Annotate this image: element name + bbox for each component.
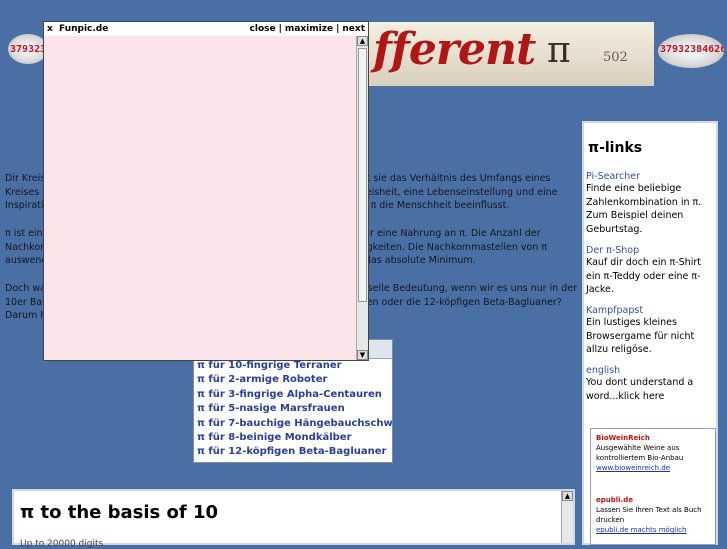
text-line: Darum h xyxy=(5,310,47,322)
sidebar-link-english[interactable]: english xyxy=(586,365,714,376)
popup-title: Funpic.de xyxy=(59,24,109,34)
logo-word: fferent xyxy=(373,24,536,75)
banner-right[interactable]: 37932384626 xyxy=(658,34,724,68)
banner-right-digits: 37932384626 xyxy=(660,44,724,55)
ad-link[interactable]: www.bioweinreich.de xyxy=(596,464,670,472)
pi-list-item[interactable]: π für 2-armige Roboter xyxy=(194,373,392,387)
ad-title[interactable]: epubli.de xyxy=(596,495,710,505)
text-line: weisheit, eine Lebenseinstellung und ein… xyxy=(358,186,558,198)
text-line: ibt sie das Verhältnis des Umfangs eines xyxy=(358,173,551,184)
pi-list-item[interactable]: π für 7-bauchige Hängebauchschweine xyxy=(194,417,392,431)
sidebar-link-pi-searcher[interactable]: Pi-Searcher xyxy=(586,171,714,182)
scroll-down-icon[interactable]: ▼ xyxy=(357,350,368,360)
ad-link[interactable]: epubli.de machts möglich xyxy=(596,526,686,534)
scroll-up-icon[interactable]: ▲ xyxy=(357,36,368,46)
panel-subtitle: Up to 20000 digits xyxy=(20,539,104,549)
text-line: 10er Bas xyxy=(5,296,48,308)
text-line: Doch wa xyxy=(5,283,46,294)
text-line: Inspirati xyxy=(5,200,44,212)
sidebar-text: You dont understand a word...klick here xyxy=(586,377,694,402)
p1-left: Dir Kreis Kreises Inspirati xyxy=(5,172,45,213)
scroll-up-icon[interactable]: ▲ xyxy=(562,491,573,501)
popup-close-x-button[interactable]: x xyxy=(47,24,59,34)
text-line: Kreises xyxy=(5,186,40,198)
text-line: at π die Menschheit beeinflusst. xyxy=(358,200,510,212)
popup-content xyxy=(44,36,357,360)
sidebar-link-pi-shop[interactable]: Der π-Shop xyxy=(586,245,714,256)
ad-box: BioWeinReich Ausgewählte Weine aus kontr… xyxy=(590,428,716,545)
separator: | xyxy=(336,24,340,34)
panel-scrollbar[interactable]: ▲ xyxy=(561,491,573,543)
p3-left: Doch wa 10er Bas Darum h xyxy=(5,282,47,323)
ad-text: Ausgewählte Weine aus kontrolliertem Bio… xyxy=(596,444,684,462)
funpic-popup: x Funpic.de close | maximize | next ▲ ▼ xyxy=(43,21,369,361)
sidebar-text: Kauf dir doch ein π-Shirt ein π-Teddy od… xyxy=(586,256,701,296)
pi-list-item[interactable]: π für 10-fingrige Terraner xyxy=(194,359,392,373)
sidebar-text: Ein lustiges kleines Browsergame für nic… xyxy=(586,316,695,356)
ad-title[interactable]: BioWeinReich xyxy=(596,433,710,443)
text-line: nur eine Nahrung an π. Die Anzahl der xyxy=(358,228,541,239)
p3-right: erselle Bedeutung, wenn wir es uns nur i… xyxy=(358,282,577,309)
text-line: igen oder die 12-köpfigen Beta-Bagluaner… xyxy=(358,296,562,308)
logo-number: 502 xyxy=(603,50,628,65)
panel-title: π to the basis of 10 xyxy=(20,502,219,523)
popup-titlebar: x Funpic.de close | maximize | next xyxy=(44,22,368,36)
p2-right: nur eine Nahrung an π. Die Anzahl der ßi… xyxy=(358,227,547,268)
separator: | xyxy=(278,24,282,34)
text-line: r das absolute Minimum. xyxy=(358,255,476,267)
logo-pi-symbol: π xyxy=(547,30,571,71)
pi-list-item[interactable]: π für 3-fingrige Alpha-Centauren xyxy=(194,388,392,402)
sidebar-text: Finde eine beliebige Zahlenkombination i… xyxy=(586,183,702,236)
text-line: Dir Kreis xyxy=(5,173,46,184)
p1-right: ibt sie das Verhältnis des Umfangs eines… xyxy=(358,172,558,213)
sidebar-title: π-links xyxy=(588,140,643,156)
popup-next-link[interactable]: next xyxy=(342,24,365,34)
banner-left[interactable]: 37932384626 xyxy=(8,34,48,64)
sidebar-link-kampfpapst[interactable]: Kampfpapst xyxy=(586,305,714,316)
site-logo: fferent π 502 xyxy=(367,22,654,86)
pi-list-item[interactable]: π für 12-köpfigen Beta-Bagluaner xyxy=(194,445,392,459)
pi-list-item[interactable]: π für 8-beinige Mondkälber xyxy=(194,431,392,445)
popup-close-link[interactable]: close xyxy=(250,24,276,34)
text-line: erselle Bedeutung, wenn wir es uns nur i… xyxy=(358,283,578,294)
popup-scrollbar[interactable]: ▲ ▼ xyxy=(356,36,368,360)
pi-list-item[interactable]: π für 5-nasige Marsfrauen xyxy=(194,402,392,416)
popup-maximize-link[interactable]: maximize xyxy=(285,24,333,34)
text-line: ßigkeiten. Die Nachkommastellen von π xyxy=(358,241,548,253)
pi-basis-panel: π to the basis of 10 Up to 20000 digits … xyxy=(12,489,575,549)
ad-text: Lassen Sie Ihren Text als Buch drucken xyxy=(596,506,702,524)
scroll-thumb[interactable] xyxy=(358,48,367,302)
